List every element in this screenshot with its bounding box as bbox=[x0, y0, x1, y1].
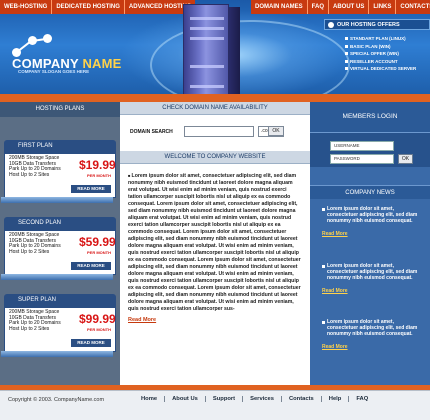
copyright-text: Copyright © 2003. CompanyName.com bbox=[8, 397, 105, 403]
news-text: Lorem ipsum dolor sit amet, consectetuer… bbox=[322, 263, 422, 281]
plan-title: FIRST PLAN bbox=[4, 140, 116, 153]
domain-search-input[interactable] bbox=[184, 126, 254, 137]
nav-web-hosting[interactable]: WEB-HOSTING bbox=[0, 0, 53, 14]
plan-read-more-button[interactable]: READ MORE bbox=[71, 262, 111, 270]
plan-read-more-button[interactable]: READ MORE bbox=[71, 185, 111, 193]
news-read-more-link[interactable]: Read More bbox=[322, 344, 422, 350]
page: { "topnav_left":["WEB-HOSTING","DEDICATE… bbox=[0, 0, 430, 420]
header: WEB-HOSTING DEDICATED HOSTING ADVANCED H… bbox=[0, 0, 430, 100]
orange-divider bbox=[0, 94, 430, 102]
plan-read-more-button[interactable]: READ MORE bbox=[71, 339, 111, 347]
hosting-plans-column: HOSTING PLANS FIRST PLAN 200MB Storage S… bbox=[0, 102, 120, 387]
plan-price: $19.99 bbox=[79, 158, 116, 172]
right-sidebar: MEMBERS LOGIN USERNAME PASSWORD OK COMPA… bbox=[310, 102, 430, 387]
news-text: Lorem ipsum dolor sit amet, consectetuer… bbox=[322, 206, 422, 224]
hosting-offers: OUR HOSTING OFFERS STANDART PLAN (LINUX)… bbox=[324, 19, 430, 81]
footer: Copyright © 2003. CompanyName.com Home A… bbox=[0, 390, 430, 420]
plan-features: 200MB Storage Space 10GB Data Transfers … bbox=[9, 232, 77, 255]
members-login-title: MEMBERS LOGIN bbox=[310, 102, 430, 132]
domain-ok-button[interactable]: OK bbox=[268, 126, 284, 136]
welcome-title: WELCOME TO COMPANY WEBSITE bbox=[120, 151, 310, 164]
news-text: Lorem ipsum dolor sit amet, consectetuer… bbox=[322, 319, 422, 337]
footer-link-help[interactable]: Help bbox=[320, 396, 349, 402]
header-ring bbox=[150, 20, 350, 100]
nav-dedicated-hosting[interactable]: DEDICATED HOSTING bbox=[52, 0, 125, 14]
welcome-body: Lorem ipsum dolor sit amet, consectetuer… bbox=[120, 164, 310, 323]
offers-title: OUR HOSTING OFFERS bbox=[324, 19, 430, 30]
plan-base bbox=[1, 351, 113, 357]
footer-link-contacts[interactable]: Contacts bbox=[280, 396, 321, 402]
plan-base bbox=[1, 197, 113, 203]
news-item: Lorem ipsum dolor sit amet, consectetuer… bbox=[322, 206, 422, 237]
top-nav-right: DOMAIN NAMES FAQ ABOUT US LINKS CONTACTS bbox=[251, 0, 430, 14]
plan-per-month: PER MONTH bbox=[87, 173, 111, 178]
plan-title: SUPER PLAN bbox=[4, 294, 116, 307]
footer-nav: Home About Us Support Services Contacts … bbox=[131, 396, 375, 402]
plan-per-month: PER MONTH bbox=[87, 327, 111, 332]
main-content: CHECK DOMAIN NAME AVAILABILITY DOMAIN SE… bbox=[120, 102, 310, 387]
plan-feature: Host Up to 2 Sites bbox=[9, 248, 50, 255]
plan-card-second: SECOND PLAN 200MB Storage Space 10GB Dat… bbox=[1, 217, 116, 280]
nav-links[interactable]: LINKS bbox=[369, 0, 397, 14]
footer-link-about-us[interactable]: About Us bbox=[164, 396, 205, 402]
news-item: Lorem ipsum dolor sit amet, consectetuer… bbox=[322, 263, 422, 294]
plan-feature: Host Up to 2 Sites bbox=[9, 171, 50, 178]
offer-item[interactable]: SPECIAL OFFER (WIN) bbox=[345, 50, 430, 58]
news-read-more-link[interactable]: Read More bbox=[322, 288, 422, 294]
plan-card-super: SUPER PLAN 200MB Storage Space 10GB Data… bbox=[1, 294, 116, 357]
login-ok-button[interactable]: OK bbox=[398, 154, 413, 164]
plan-base bbox=[1, 274, 113, 280]
plan-card-first: FIRST PLAN 200MB Storage Space 10GB Data… bbox=[1, 140, 116, 203]
footer-link-home[interactable]: Home bbox=[131, 396, 164, 402]
offer-item[interactable]: RESELLER ACCOUNT bbox=[345, 58, 430, 66]
plan-price: $99.99 bbox=[79, 312, 116, 326]
password-field[interactable]: PASSWORD bbox=[330, 154, 394, 164]
plan-per-month: PER MONTH bbox=[87, 250, 111, 255]
news-item: Lorem ipsum dolor sit amet, consectetuer… bbox=[322, 319, 422, 350]
offer-item[interactable]: STANDART PLAN (LINUX) bbox=[345, 35, 430, 43]
login-form: USERNAME PASSWORD OK bbox=[310, 132, 430, 167]
plan-price: $59.99 bbox=[79, 235, 116, 249]
footer-link-support[interactable]: Support bbox=[204, 396, 242, 402]
offer-item[interactable]: VIRTUAL DEDICATED SERVER bbox=[345, 65, 430, 73]
company-news-title: COMPANY NEWS bbox=[310, 185, 430, 199]
offer-item[interactable]: BASIC PLAN (WIN) bbox=[345, 43, 430, 51]
footer-link-faq[interactable]: FAQ bbox=[348, 396, 375, 402]
footer-link-services[interactable]: Services bbox=[242, 396, 281, 402]
news-read-more-link[interactable]: Read More bbox=[322, 231, 422, 237]
nav-about-us[interactable]: ABOUT US bbox=[329, 0, 370, 14]
plan-features: 200MB Storage Space 10GB Data Transfers … bbox=[9, 309, 77, 332]
nav-faq[interactable]: FAQ bbox=[308, 0, 330, 14]
welcome-text: Lorem ipsum dolor sit amet, consectetuer… bbox=[128, 172, 302, 313]
company-slogan: COMPANY SLOGAN GOES HERE bbox=[18, 69, 90, 74]
nav-contacts[interactable]: CONTACTS bbox=[396, 0, 430, 14]
top-nav-left: WEB-HOSTING DEDICATED HOSTING ADVANCED H… bbox=[0, 0, 196, 14]
plan-features: 200MB Storage Space 10GB Data Transfers … bbox=[9, 155, 77, 178]
username-field[interactable]: USERNAME bbox=[330, 141, 394, 151]
logo-icon[interactable] bbox=[12, 34, 52, 58]
domain-search-row: DOMAIN SEARCH .com OK bbox=[120, 115, 310, 151]
domain-search-label: DOMAIN SEARCH bbox=[130, 129, 173, 135]
nav-domain-names[interactable]: DOMAIN NAMES bbox=[251, 0, 308, 14]
hosting-plans-title: HOSTING PLANS bbox=[0, 102, 120, 117]
domain-check-title: CHECK DOMAIN NAME AVAILABILITY bbox=[120, 102, 310, 115]
plan-title: SECOND PLAN bbox=[4, 217, 116, 230]
welcome-read-more-link[interactable]: Read More bbox=[128, 317, 156, 323]
server-image bbox=[183, 4, 240, 100]
plan-feature: Host Up to 2 Sites bbox=[9, 325, 50, 332]
